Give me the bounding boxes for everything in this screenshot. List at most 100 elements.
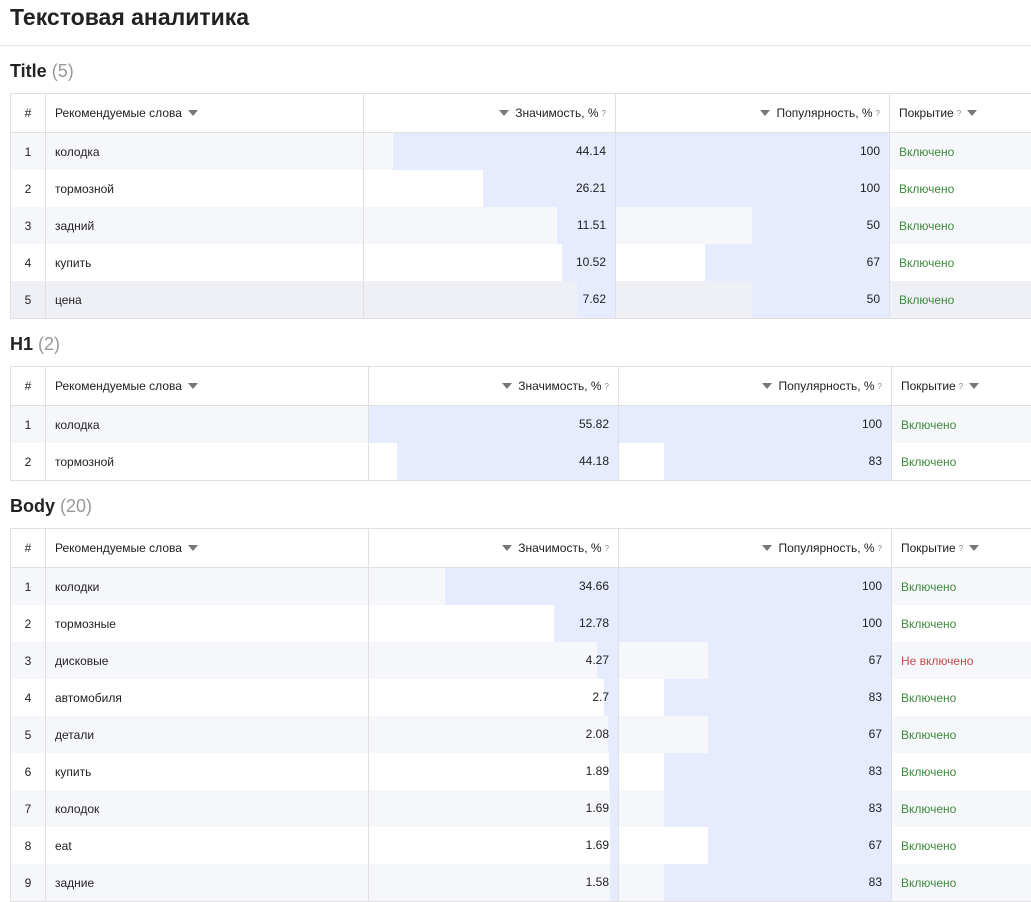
row-word: цена — [45, 281, 364, 319]
column-coverage[interactable]: Покрытие? — [889, 93, 1031, 133]
table-row[interactable]: 3 дисковые 4.27 67 Не включено — [10, 642, 1031, 679]
sort-caret-icon[interactable] — [762, 545, 773, 551]
row-coverage: Включено — [891, 679, 1031, 716]
help-icon[interactable]: ? — [602, 109, 606, 118]
table-row[interactable]: 1 колодка 55.82 100 Включено — [10, 405, 1031, 443]
column-coverage[interactable]: Покрытие? — [891, 528, 1031, 568]
table-row[interactable]: 8 eat 1.69 67 Включено — [10, 827, 1031, 864]
column-words[interactable]: Рекомендуемые слова — [45, 93, 364, 133]
significance-value: 34.66 — [578, 579, 609, 593]
section-title: Body (20) — [0, 494, 1031, 518]
page-header: Текстовая аналитика — [0, 0, 1031, 46]
row-number: 9 — [10, 864, 46, 902]
help-icon[interactable]: ? — [878, 544, 882, 553]
sort-caret-icon[interactable] — [499, 110, 510, 116]
row-number: 8 — [10, 827, 46, 864]
sort-caret-icon[interactable] — [502, 545, 513, 551]
column-words[interactable]: Рекомендуемые слова — [45, 528, 369, 568]
row-popularity: 100 — [615, 170, 890, 207]
column-coverage-inner: Покрытие? — [892, 530, 1031, 567]
row-popularity: 50 — [615, 207, 890, 244]
row-significance: 55.82 — [368, 405, 619, 443]
sort-caret-icon[interactable] — [969, 545, 980, 551]
column-coverage-label: Покрытие — [901, 379, 956, 393]
row-coverage: Включено — [891, 443, 1031, 481]
column-popularity[interactable]: Популярность, %? — [615, 93, 890, 133]
row-significance: 26.21 — [363, 170, 616, 207]
help-icon[interactable]: ? — [878, 382, 882, 391]
row-popularity: 83 — [618, 864, 892, 902]
table-row[interactable]: 2 тормозной 44.18 83 Включено — [10, 443, 1031, 481]
column-popularity[interactable]: Популярность, %? — [618, 366, 892, 406]
column-popularity-label: Популярность, % — [778, 541, 875, 555]
row-number: 5 — [10, 281, 46, 319]
page-title: Текстовая аналитика — [10, 4, 250, 30]
table-row[interactable]: 4 автомобиля 2.7 83 Включено — [10, 679, 1031, 716]
column-words[interactable]: Рекомендуемые слова — [45, 366, 369, 406]
row-significance: 1.58 — [368, 864, 619, 902]
sort-caret-icon[interactable] — [760, 110, 771, 116]
help-icon[interactable]: ? — [957, 109, 961, 118]
section-count: (20) — [60, 496, 93, 516]
popularity-value: 50 — [866, 292, 880, 306]
significance-value: 44.18 — [578, 454, 609, 468]
help-icon[interactable]: ? — [605, 544, 609, 553]
row-word: колодки — [45, 567, 369, 605]
significance-value: 44.14 — [575, 144, 606, 158]
popularity-value: 100 — [859, 144, 880, 158]
sort-caret-icon[interactable] — [187, 545, 198, 551]
section-title: H1 (2) — [0, 332, 1031, 356]
column-significance-label: Значимость, % — [518, 541, 602, 555]
row-word: задние — [45, 864, 369, 902]
sort-caret-icon[interactable] — [969, 383, 980, 389]
help-icon[interactable]: ? — [959, 544, 963, 553]
sort-caret-icon[interactable] — [187, 383, 198, 389]
row-popularity: 67 — [615, 244, 890, 281]
popularity-value: 67 — [866, 255, 880, 269]
column-popularity-label: Популярность, % — [776, 106, 873, 120]
column-coverage-inner: Покрытие? — [890, 95, 1031, 132]
row-coverage: Включено — [889, 170, 1031, 207]
column-coverage[interactable]: Покрытие? — [891, 366, 1031, 406]
row-popularity: 100 — [618, 605, 892, 642]
help-icon[interactable]: ? — [959, 382, 963, 391]
column-popularity-inner: Популярность, %? — [619, 368, 891, 405]
help-icon[interactable]: ? — [605, 382, 609, 391]
row-word: тормозной — [45, 170, 364, 207]
row-significance: 44.18 — [368, 443, 619, 481]
sort-caret-icon[interactable] — [187, 110, 198, 116]
sort-caret-icon[interactable] — [967, 110, 978, 116]
table-row[interactable]: 5 детали 2.08 67 Включено — [10, 716, 1031, 753]
sort-caret-icon[interactable] — [502, 383, 513, 389]
column-significance[interactable]: Значимость, %? — [368, 528, 619, 568]
table-row[interactable]: 4 купить 10.52 67 Включено — [10, 244, 1031, 281]
column-coverage-label: Покрытие — [899, 106, 954, 120]
significance-value: 1.69 — [585, 801, 609, 815]
table-row[interactable]: 1 колодка 44.14 100 Включено — [10, 132, 1031, 170]
table-row[interactable]: 3 задний 11.51 50 Включено — [10, 207, 1031, 244]
row-number: 3 — [10, 642, 46, 679]
table-row[interactable]: 2 тормозные 12.78 100 Включено — [10, 605, 1031, 642]
column-significance[interactable]: Значимость, %? — [363, 93, 616, 133]
popularity-value: 100 — [859, 181, 880, 195]
row-significance: 10.52 — [363, 244, 616, 281]
popularity-value: 83 — [868, 454, 882, 468]
popularity-value: 100 — [861, 417, 882, 431]
significance-value: 2.7 — [592, 690, 609, 704]
sort-caret-icon[interactable] — [762, 383, 773, 389]
significance-value: 4.27 — [585, 653, 609, 667]
popularity-value: 67 — [868, 653, 882, 667]
table-row[interactable]: 5 цена 7.62 50 Включено — [10, 281, 1031, 319]
row-word: eat — [45, 827, 369, 864]
table-row[interactable]: 1 колодки 34.66 100 Включено — [10, 567, 1031, 605]
column-popularity[interactable]: Популярность, %? — [618, 528, 892, 568]
table-row[interactable]: 6 купить 1.89 83 Включено — [10, 753, 1031, 790]
table-row[interactable]: 2 тормозной 26.21 100 Включено — [10, 170, 1031, 207]
table-row[interactable]: 7 колодок 1.69 83 Включено — [10, 790, 1031, 827]
table-row[interactable]: 9 задние 1.58 83 Включено — [10, 864, 1031, 902]
column-popularity-inner: Популярность, %? — [619, 530, 891, 567]
row-number: 2 — [10, 170, 46, 207]
column-significance[interactable]: Значимость, %? — [368, 366, 619, 406]
help-icon[interactable]: ? — [876, 109, 880, 118]
row-word: колодка — [45, 405, 369, 443]
